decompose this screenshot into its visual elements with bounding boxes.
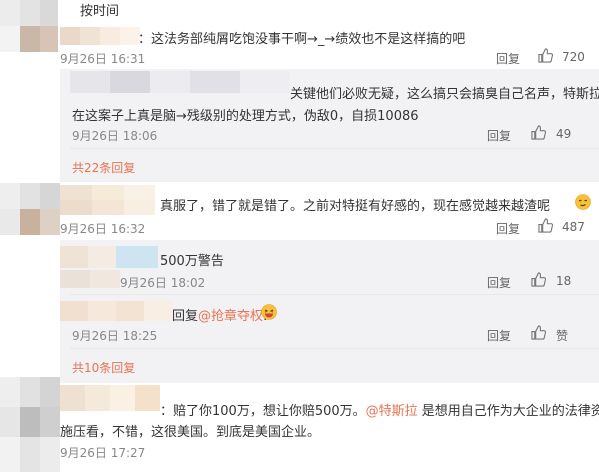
username-redacted[interactable] [60,385,160,411]
divider [70,294,599,295]
reply-button[interactable]: 回复 [496,50,520,67]
divider [70,148,599,149]
like-count: 49 [556,127,572,141]
reply-button[interactable]: 回复 [487,127,511,144]
reply-username-redacted[interactable] [70,71,290,93]
thumb-up-icon [531,125,547,140]
like-button[interactable] [531,325,547,344]
sort-by-time-label[interactable]: 按时间 [80,0,119,19]
reply-time: 9月26日 18:06 [72,129,158,143]
like-count: 18 [556,274,572,288]
avatar[interactable] [0,0,58,52]
laughing-emoji-icon [261,304,277,324]
thumb-up-icon [531,272,547,287]
smirk-emoji-icon [575,194,591,214]
username-redacted[interactable] [60,27,140,45]
avatar[interactable] [0,377,60,472]
reply-username-redacted[interactable] [60,301,172,321]
like-count: 720 [562,50,585,64]
comment-text-part: ：赔了你100万，想让你赔500万。 [160,404,366,419]
thumb-up-icon [531,325,547,340]
like-button[interactable] [538,218,554,237]
reply-time: 9月26日 18:02 [120,276,206,290]
reply-time: 9月26日 18:25 [72,329,158,343]
reply-username-redacted[interactable] [60,246,158,268]
thumb-up-icon [538,48,554,63]
reply-text-continued: 在这案子上真是脑→残级别的处理方式，伪敌0，自损10086 [72,109,419,124]
comment-time: 9月26日 17:27 [60,446,146,460]
reply-button[interactable]: 回复 [496,220,520,237]
reply-text: 回复@抢章夺权: [172,305,267,324]
more-replies-link[interactable]: 共10条回复 [72,359,135,376]
comment-text-part: 是想用自己作为大企业的法律资源 [421,404,599,419]
reply-button[interactable]: 回复 [487,327,511,344]
reply-text: 关键他们必败无疑，这么搞只会搞臭自己名声，特斯拉 [290,87,599,102]
thumb-up-icon [538,218,554,233]
username-redacted[interactable] [60,185,155,215]
divider [70,348,599,349]
time-redacted [60,270,120,288]
reply-button[interactable]: 回复 [487,274,511,291]
like-button[interactable] [538,48,554,67]
avatar[interactable] [0,183,60,235]
reply-text: 500万警告 [160,254,224,269]
like-count: 赞 [556,329,569,343]
like-button[interactable] [531,272,547,291]
reply-prefix: 回复 [172,309,199,324]
like-button[interactable] [531,125,547,144]
comment-text: 真服了，错了就是错了。之前对特挺有好感的，现在感觉越来越渣呢 [160,199,551,214]
mention-link[interactable]: @特斯拉 [366,404,418,419]
comment-time: 9月26日 16:32 [60,222,146,236]
comment-time: 9月26日 16:31 [60,52,146,66]
comment-text: ：这法务部纯屑吃饱没事干啊→_→绩效也不是这样搞的吧 [138,32,466,47]
mention-link[interactable]: @抢章夺权 [198,309,263,324]
comment-text-continued: 施压看，不错，这很美国。到底是美国企业。 [60,425,321,440]
like-count: 487 [562,220,585,234]
comment-text: ：赔了你100万，想让你赔500万。@特斯拉 是想用自己作为大企业的法律资源 [160,400,599,419]
more-replies-link[interactable]: 共22条回复 [72,159,135,176]
